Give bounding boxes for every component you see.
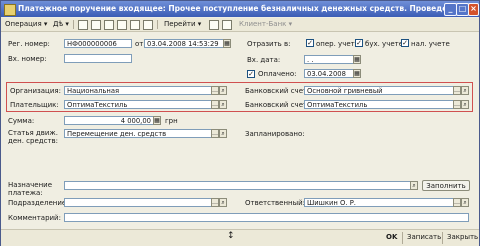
copy-icon[interactable] bbox=[91, 20, 101, 30]
select-button[interactable]: … bbox=[211, 198, 219, 207]
purpose-label-line1: Назначение bbox=[8, 181, 53, 189]
open-icon[interactable]: ⌕ bbox=[410, 181, 418, 190]
goto-menu[interactable]: Перейти ▾ bbox=[164, 19, 201, 30]
select-button[interactable]: … bbox=[453, 198, 461, 207]
responsible-field[interactable]: Шишкин О. Р. bbox=[304, 198, 454, 207]
payer-bank-account-field[interactable]: ОптимаТекстиль bbox=[304, 100, 454, 109]
reg-number-field[interactable]: НФ000000006 bbox=[64, 39, 132, 48]
cashflow-field[interactable]: Перемещение ден. средств bbox=[64, 129, 212, 138]
in-date-label: Вх. дата: bbox=[247, 56, 281, 64]
add-icon[interactable] bbox=[78, 20, 88, 30]
select-button[interactable]: … bbox=[211, 86, 219, 95]
document-window: Платежное поручение входящее: Прочее пос… bbox=[0, 0, 480, 246]
purpose-field[interactable] bbox=[64, 181, 411, 190]
open-icon[interactable]: ⌕ bbox=[219, 86, 227, 95]
client-bank-menu[interactable]: Клиент-Банк ▾ bbox=[239, 19, 292, 30]
checkbox-nal-icon[interactable]: ✓ bbox=[401, 39, 409, 47]
in-date-field[interactable]: . . bbox=[304, 55, 354, 64]
select-button[interactable]: … bbox=[211, 100, 219, 109]
save-button[interactable]: Записать bbox=[407, 233, 441, 242]
reflect-label: Отразить в: bbox=[247, 40, 291, 48]
button-separator bbox=[442, 232, 443, 244]
bottom-bar: ↕ OK Записать Закрыть bbox=[1, 229, 479, 246]
calendar-icon[interactable]: ▦ bbox=[353, 69, 361, 78]
toolbar-separator bbox=[73, 20, 74, 29]
open-icon[interactable]: ⌕ bbox=[461, 198, 469, 207]
select-button[interactable]: … bbox=[453, 100, 461, 109]
post-icon[interactable] bbox=[104, 20, 114, 30]
payer-label: Плательщик: bbox=[10, 101, 59, 109]
oper-label: опер. учете bbox=[316, 40, 360, 48]
cashflow-label-line2: ден. средств: bbox=[8, 137, 59, 145]
report-icon[interactable] bbox=[143, 20, 153, 30]
payer-field[interactable]: ОптимаТекстиль bbox=[64, 100, 212, 109]
bank-account-field[interactable]: Основной гривневый bbox=[304, 86, 454, 95]
cashflow-label-line1: Статья движ. bbox=[8, 129, 58, 137]
title-bar: Платежное поручение входящее: Прочее пос… bbox=[1, 1, 479, 17]
help-icon[interactable] bbox=[209, 20, 219, 30]
close-button[interactable]: Закрыть bbox=[447, 233, 478, 242]
fill-button[interactable]: Заполнить bbox=[422, 180, 470, 191]
open-icon[interactable]: ⌕ bbox=[219, 129, 227, 138]
button-separator bbox=[402, 232, 403, 244]
checkbox-oper-icon[interactable]: ✓ bbox=[306, 39, 314, 47]
reg-date-field[interactable]: 03.04.2008 14:53:29 bbox=[144, 39, 224, 48]
print-icon[interactable] bbox=[222, 20, 232, 30]
department-field[interactable] bbox=[64, 198, 212, 207]
open-icon[interactable]: ⌕ bbox=[461, 100, 469, 109]
in-number-field[interactable] bbox=[64, 54, 132, 63]
checkbox-buh-icon[interactable]: ✓ bbox=[355, 39, 363, 47]
paid-date-field[interactable]: 03.04.2008 bbox=[304, 69, 354, 78]
operation-menu[interactable]: Операция ▾ bbox=[5, 19, 47, 30]
document-icon bbox=[4, 4, 16, 16]
unpost-icon[interactable] bbox=[117, 20, 127, 30]
select-button[interactable]: … bbox=[453, 86, 461, 95]
resize-arrow-icon[interactable]: ↕ bbox=[227, 231, 235, 241]
nal-label: нал. учете bbox=[411, 40, 450, 48]
sum-field[interactable]: 4 000,00 bbox=[64, 116, 154, 125]
reg-number-label: Рег. номер: bbox=[8, 40, 50, 48]
responsible-label: Ответственный: bbox=[245, 199, 306, 207]
calculator-icon[interactable]: ▦ bbox=[153, 116, 161, 125]
toolbar-separator bbox=[157, 20, 158, 29]
purpose-label-line2: платежа: bbox=[8, 189, 43, 197]
department-label: Подразделение: bbox=[8, 199, 69, 207]
org-label: Организация: bbox=[10, 87, 61, 95]
payer-bank-account-label: Банковский счет: bbox=[245, 101, 310, 109]
bank-account-label: Банковский счет: bbox=[245, 87, 310, 95]
in-number-label: Вх. номер: bbox=[8, 55, 47, 63]
buh-label: бух. учете bbox=[365, 40, 404, 48]
open-icon[interactable]: ⌕ bbox=[461, 86, 469, 95]
planned-label: Запланировано: bbox=[245, 130, 305, 138]
movements-icon[interactable] bbox=[130, 20, 140, 30]
comment-label: Комментарий: bbox=[8, 214, 61, 222]
sum-label: Сумма: bbox=[8, 117, 35, 125]
open-icon[interactable]: ⌕ bbox=[219, 198, 227, 207]
ok-button[interactable]: OK bbox=[386, 233, 397, 242]
calendar-icon[interactable]: ▦ bbox=[223, 39, 231, 48]
currency-label: грн bbox=[165, 117, 178, 125]
window-title: Платежное поручение входящее: Прочее пос… bbox=[18, 4, 453, 13]
calendar-icon[interactable]: ▦ bbox=[353, 55, 361, 64]
checkbox-paid-icon[interactable]: ✓ bbox=[247, 70, 255, 78]
comment-field[interactable] bbox=[64, 213, 469, 222]
actions-menu[interactable]: Дѣ ▾ bbox=[53, 19, 69, 30]
paid-label: Оплачено: bbox=[258, 70, 297, 78]
open-icon[interactable]: ⌕ bbox=[219, 100, 227, 109]
close-icon[interactable]: × bbox=[468, 3, 479, 16]
org-field[interactable]: Национальная bbox=[64, 86, 212, 95]
toolbar: Операция ▾ Дѣ ▾ Перейти ▾ Клиент-Банк ▾ bbox=[1, 18, 479, 32]
select-button[interactable]: … bbox=[211, 129, 219, 138]
